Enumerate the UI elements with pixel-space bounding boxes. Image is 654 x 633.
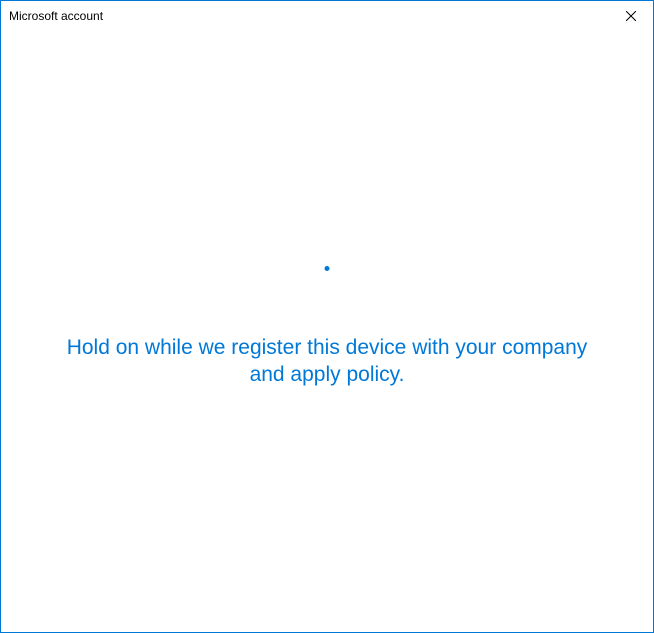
titlebar: Microsoft account xyxy=(1,1,653,31)
spinner-dot-icon xyxy=(325,266,330,271)
content-area: Hold on while we register this device wi… xyxy=(1,31,653,632)
loading-spinner xyxy=(307,266,347,306)
window-title: Microsoft account xyxy=(9,9,103,23)
status-message: Hold on while we register this device wi… xyxy=(27,334,627,389)
close-button[interactable] xyxy=(608,1,653,31)
close-icon xyxy=(626,11,636,21)
dialog-window: Microsoft account Hold on while we regis… xyxy=(0,0,654,633)
